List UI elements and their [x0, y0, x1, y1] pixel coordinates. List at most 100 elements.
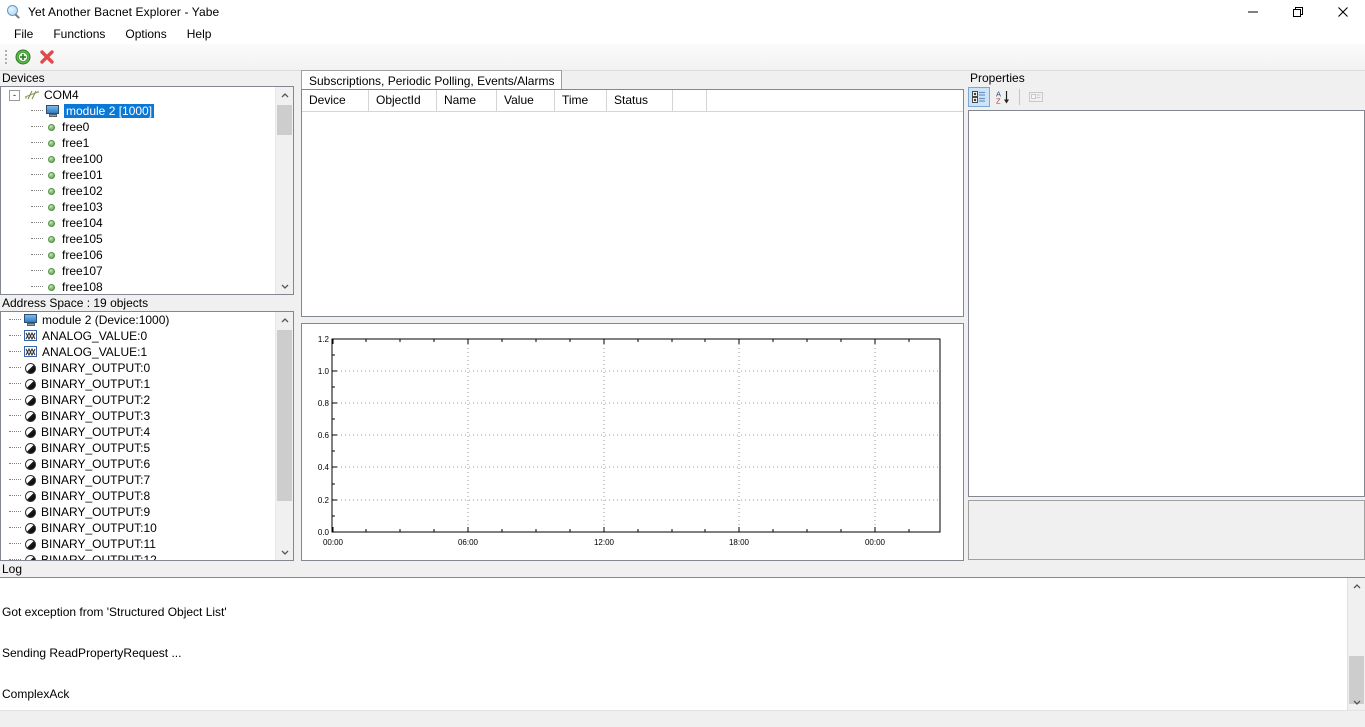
svg-text:Z: Z [996, 97, 1001, 106]
column-header-extra[interactable] [673, 90, 707, 111]
tree-node-device[interactable]: free102 [1, 183, 276, 199]
tree-connector [9, 559, 21, 560]
tree-node-object[interactable]: BINARY_OUTPUT:11 [1, 536, 276, 552]
properties-grid[interactable] [968, 110, 1365, 497]
chart-svg: 0.0 0.2 0.4 0.6 0.8 1.0 1.2 00:00 06:00 … [305, 327, 960, 557]
tree-node-device[interactable]: free103 [1, 199, 276, 215]
title-bar: Yet Another Bacnet Explorer - Yabe [0, 0, 1365, 23]
tree-node-object[interactable]: BINARY_OUTPUT:5 [1, 440, 276, 456]
tree-node-device[interactable]: free106 [1, 247, 276, 263]
tree-node-device[interactable]: free108 [1, 279, 276, 294]
tree-node-object[interactable]: BINARY_OUTPUT:10 [1, 520, 276, 536]
tree-node-device[interactable]: free101 [1, 167, 276, 183]
log-line: Sending ReadPropertyRequest ... [2, 647, 1347, 661]
tree-node-object[interactable]: BINARY_OUTPUT:3 [1, 408, 276, 424]
tab-subscriptions[interactable]: Subscriptions, Periodic Polling, Events/… [301, 70, 562, 90]
tree-node-object[interactable]: BINARY_OUTPUT:2 [1, 392, 276, 408]
property-pages-icon[interactable] [1025, 87, 1047, 107]
tree-node-object[interactable]: BINARY_OUTPUT:1 [1, 376, 276, 392]
tree-connector [9, 319, 21, 321]
scroll-up-icon[interactable] [1348, 578, 1365, 595]
tree-node-com4[interactable]: - COM4 [1, 87, 276, 103]
tree-connector [9, 463, 21, 465]
x-tick-label: 12:00 [594, 538, 615, 547]
close-icon[interactable] [1320, 0, 1365, 23]
tree-node-device[interactable]: free1 [1, 135, 276, 151]
tree-connector [9, 495, 21, 497]
tree-node-label: BINARY_OUTPUT:1 [41, 377, 150, 391]
binary-output-icon [23, 441, 38, 455]
address-space-content: module 2 (Device:1000) ANALOG_VALUE:0 [1, 312, 276, 560]
log-panel[interactable]: Got exception from 'Structured Object Li… [0, 577, 1365, 710]
tree-node-object[interactable]: ANALOG_VALUE:0 [1, 328, 276, 344]
tree-node-label: free105 [62, 232, 103, 246]
tree-node-label: free103 [62, 200, 103, 214]
tree-node-device[interactable]: free0 [1, 119, 276, 135]
tree-node-object[interactable]: BINARY_OUTPUT:7 [1, 472, 276, 488]
scroll-thumb[interactable] [277, 105, 292, 135]
toolbar-grip[interactable] [2, 48, 10, 66]
tree-node-object[interactable]: BINARY_OUTPUT:6 [1, 456, 276, 472]
address-space-tree[interactable]: module 2 (Device:1000) ANALOG_VALUE:0 [0, 311, 294, 561]
vertical-splitter[interactable] [294, 71, 301, 561]
trend-chart-panel[interactable]: 0.0 0.2 0.4 0.6 0.8 1.0 1.2 00:00 06:00 … [301, 323, 964, 561]
address-space-label: Address Space : 19 objects [0, 296, 296, 311]
green-dot-icon [45, 152, 59, 166]
devices-scrollbar[interactable] [275, 87, 293, 294]
tree-node-object[interactable]: BINARY_OUTPUT:4 [1, 424, 276, 440]
x-tick-label: 00:00 [323, 538, 344, 547]
column-header-status[interactable]: Status [607, 90, 673, 111]
window-title: Yet Another Bacnet Explorer - Yabe [28, 5, 219, 19]
tree-connector [31, 142, 43, 144]
remove-device-button[interactable] [35, 46, 58, 68]
tree-node-label: BINARY_OUTPUT:3 [41, 409, 150, 423]
log-line: Got exception from 'Structured Object Li… [2, 606, 1347, 620]
sort-az-icon[interactable]: A Z [992, 87, 1014, 107]
tree-node-object[interactable]: module 2 (Device:1000) [1, 312, 276, 328]
column-header-objectid[interactable]: ObjectId [369, 90, 437, 111]
tree-node-device[interactable]: module 2 [1000] [1, 103, 276, 119]
column-header-name[interactable]: Name [437, 90, 497, 111]
tree-node-object[interactable]: BINARY_OUTPUT:8 [1, 488, 276, 504]
address-space-scrollbar[interactable] [275, 312, 293, 560]
scroll-thumb[interactable] [277, 330, 292, 501]
menu-item-help[interactable]: Help [177, 24, 222, 44]
devices-tree[interactable]: - COM4 module 2 [1000] [0, 86, 294, 295]
restore-icon[interactable] [1275, 0, 1320, 23]
subscriptions-grid[interactable]: Device ObjectId Name Value Time Status [301, 89, 964, 317]
add-device-button[interactable] [11, 46, 34, 68]
x-tick-label: 18:00 [729, 538, 750, 547]
scroll-down-icon[interactable] [276, 277, 293, 294]
subscriptions-tabstrip: Subscriptions, Periodic Polling, Events/… [301, 70, 964, 90]
tree-node-device[interactable]: free104 [1, 215, 276, 231]
column-header-time[interactable]: Time [555, 90, 607, 111]
expander-icon[interactable]: - [9, 90, 20, 101]
scroll-down-icon[interactable] [276, 543, 293, 560]
categorized-icon[interactable] [968, 87, 990, 107]
tree-node-device[interactable]: free100 [1, 151, 276, 167]
tree-node-label: module 2 (Device:1000) [42, 313, 169, 327]
log-scrollbar[interactable] [1347, 578, 1365, 710]
column-header-device[interactable]: Device [302, 90, 369, 111]
tree-node-object[interactable]: ANALOG_VALUE:1 [1, 344, 276, 360]
tree-node-object[interactable]: BINARY_OUTPUT:9 [1, 504, 276, 520]
menu-item-functions[interactable]: Functions [43, 24, 115, 44]
devices-panel-label: Devices [0, 71, 296, 86]
menu-item-options[interactable]: Options [115, 24, 176, 44]
x-tick-label: 00:00 [865, 538, 886, 547]
tree-node-device[interactable]: free107 [1, 263, 276, 279]
tree-node-label: ANALOG_VALUE:1 [42, 345, 147, 359]
scroll-down-icon[interactable] [1348, 693, 1365, 710]
scroll-up-icon[interactable] [276, 312, 293, 329]
tree-connector [9, 415, 21, 417]
tree-node-label: BINARY_OUTPUT:0 [41, 361, 150, 375]
minimize-icon[interactable] [1230, 0, 1275, 23]
tree-node-device[interactable]: free105 [1, 231, 276, 247]
scroll-up-icon[interactable] [276, 87, 293, 104]
tree-node-object[interactable]: BINARY_OUTPUT:12 [1, 552, 276, 560]
tree-node-object[interactable]: BINARY_OUTPUT:0 [1, 360, 276, 376]
green-dot-icon [45, 136, 59, 150]
menu-item-file[interactable]: File [4, 24, 43, 44]
column-header-value[interactable]: Value [497, 90, 555, 111]
properties-panel-label: Properties [968, 71, 1365, 86]
